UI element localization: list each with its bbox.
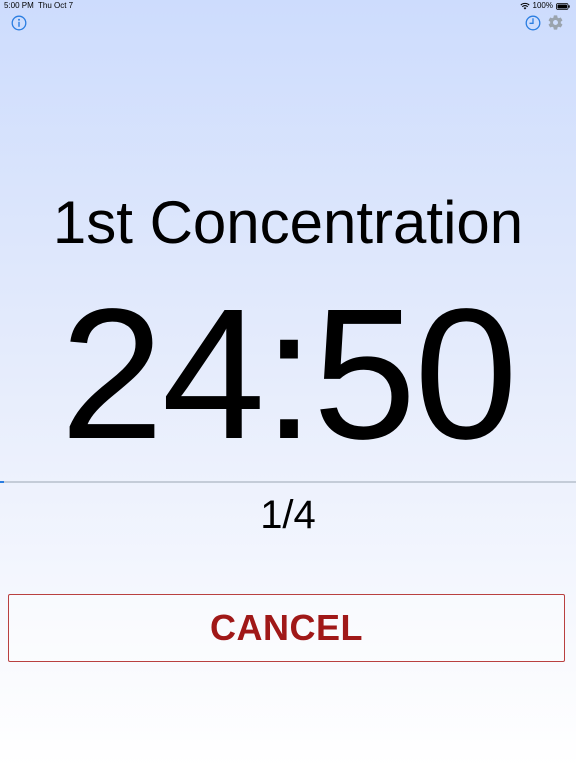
- settings-button[interactable]: [546, 14, 564, 36]
- progress-fill: [0, 481, 5, 483]
- info-button[interactable]: [10, 15, 28, 36]
- cancel-button[interactable]: CANCEL: [8, 594, 565, 662]
- status-bar: 5:00 PM Thu Oct 7 100%: [0, 0, 576, 14]
- battery-percent: 100%: [532, 1, 553, 10]
- clock-icon: [525, 15, 541, 36]
- status-date: Thu Oct 7: [38, 1, 74, 10]
- battery-icon: [556, 2, 570, 10]
- wifi-icon: [519, 2, 530, 10]
- progress-bar: [0, 481, 576, 483]
- timer-display: 24:50: [60, 271, 517, 478]
- status-indicators: 100%: [519, 0, 570, 12]
- gear-icon: [547, 14, 564, 36]
- history-button[interactable]: [524, 15, 542, 36]
- status-time: 5:00 PM: [4, 1, 34, 10]
- round-counter: 1/4: [260, 493, 316, 537]
- phase-title: 1st Concentration: [52, 189, 524, 256]
- info-icon: [11, 15, 27, 36]
